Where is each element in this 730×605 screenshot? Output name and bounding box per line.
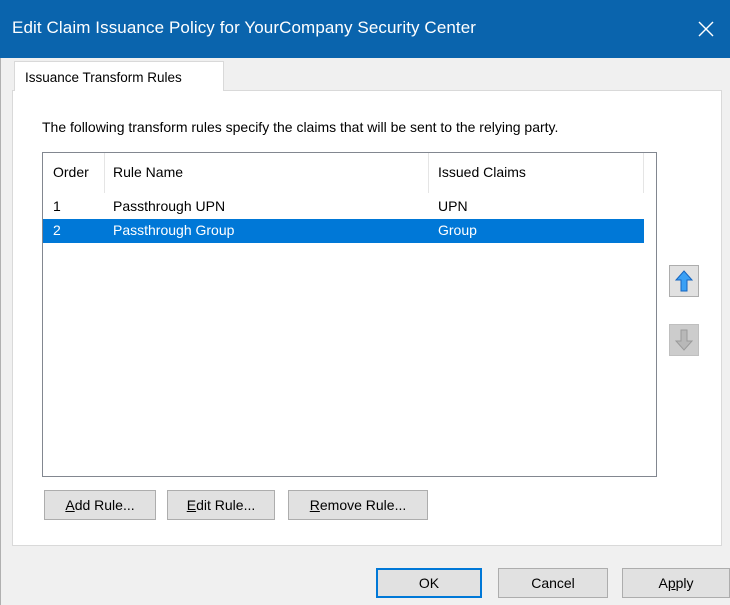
cell-issued-claims: Group: [438, 222, 477, 238]
cell-order: 1: [53, 198, 61, 214]
remove-rule-label: Remove Rule...: [309, 497, 407, 513]
close-button[interactable]: [682, 0, 730, 58]
apply-button[interactable]: Apply: [622, 568, 730, 598]
title-bar[interactable]: Edit Claim Issuance Policy for YourCompa…: [0, 0, 730, 58]
edit-rule-label: Edit Rule...: [186, 497, 256, 513]
move-down-button[interactable]: [669, 324, 699, 356]
arrow-down-icon: [675, 329, 693, 351]
window-title: Edit Claim Issuance Policy for YourCompa…: [12, 18, 477, 37]
dialog-window: Edit Claim Issuance Policy for YourCompa…: [0, 0, 730, 605]
table-row[interactable]: 1 Passthrough UPN UPN: [43, 195, 644, 219]
tab-issuance-transform-rules[interactable]: Issuance Transform Rules: [14, 61, 224, 91]
close-icon: [698, 21, 714, 37]
ok-label: OK: [418, 575, 440, 591]
move-up-button[interactable]: [669, 265, 699, 297]
cell-order: 2: [53, 222, 61, 238]
cancel-button[interactable]: Cancel: [498, 568, 608, 598]
arrow-up-icon: [675, 270, 693, 292]
description-text: The following transform rules specify th…: [42, 119, 559, 135]
remove-rule-button[interactable]: Remove Rule...: [288, 490, 428, 520]
table-row-selected[interactable]: 2 Passthrough Group Group: [43, 219, 644, 243]
edit-rule-button[interactable]: Edit Rule...: [167, 490, 275, 520]
list-header: Order Rule Name Issued Claims: [43, 153, 656, 193]
cell-rule-name: Passthrough Group: [113, 222, 235, 238]
rules-list[interactable]: Order Rule Name Issued Claims 1 Passthro…: [42, 152, 657, 477]
add-rule-label: Add Rule...: [65, 497, 135, 513]
column-header-rule-name[interactable]: Rule Name: [105, 153, 429, 193]
ok-button[interactable]: OK: [376, 568, 482, 598]
column-header-issued-claims[interactable]: Issued Claims: [429, 153, 644, 193]
tab-panel: The following transform rules specify th…: [12, 90, 722, 546]
cell-rule-name: Passthrough UPN: [113, 198, 226, 214]
window-border: [0, 58, 1, 605]
apply-label: Apply: [658, 575, 694, 591]
column-header-order[interactable]: Order: [43, 153, 105, 193]
cancel-label: Cancel: [531, 575, 575, 591]
add-rule-button[interactable]: Add Rule...: [44, 490, 156, 520]
cell-issued-claims: UPN: [438, 198, 468, 214]
